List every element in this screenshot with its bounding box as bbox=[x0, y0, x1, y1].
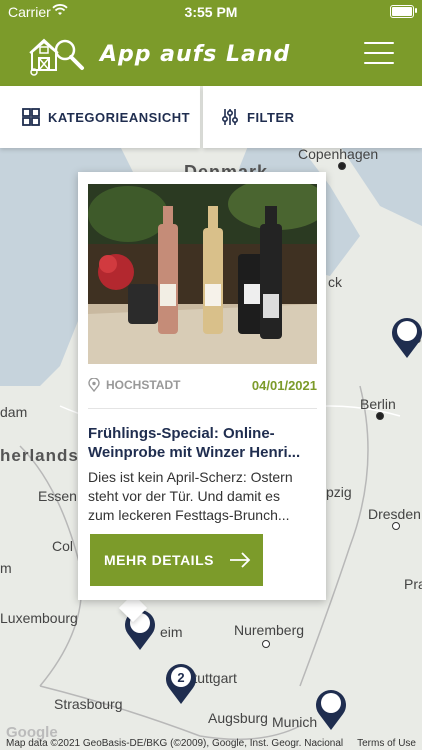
map-attribution: Map data ©2021 GeoBasis-DE/BKG (©2009), … bbox=[6, 738, 344, 749]
map-label-dresden: Dresden bbox=[368, 506, 421, 522]
category-view-button[interactable]: KATEGORIEANSICHT bbox=[0, 86, 200, 148]
map-label-copenhagen: Copenhagen bbox=[298, 146, 379, 162]
filter-sliders-icon bbox=[221, 109, 239, 125]
map-label-amsterdam: dam bbox=[0, 404, 28, 420]
app-header: App aufs Land bbox=[0, 24, 422, 86]
terms-of-use-link[interactable]: Terms of Use bbox=[357, 738, 416, 749]
event-meta: HOCHSTADT 04/01/2021 bbox=[88, 378, 317, 400]
map-city-dot bbox=[392, 522, 400, 530]
category-view-label: KATEGORIEANSICHT bbox=[48, 109, 191, 125]
map-label-nuremberg: Nuremberg bbox=[234, 622, 305, 638]
map-label-m: m bbox=[0, 560, 12, 576]
map-label-luxembourg: Luxembourg bbox=[0, 610, 78, 626]
arrow-right-icon bbox=[230, 552, 251, 568]
map-label-strasbourg: Strasbourg bbox=[54, 696, 123, 712]
map-label-netherlands: herlands bbox=[0, 446, 79, 465]
grid-icon bbox=[22, 108, 40, 126]
map-pin-icon[interactable] bbox=[390, 314, 422, 360]
map-city-dot bbox=[262, 640, 270, 648]
map-label-prague: Pra bbox=[404, 576, 422, 592]
map-cluster-pin[interactable]: 2 bbox=[164, 660, 198, 706]
map-city-dot bbox=[376, 412, 384, 420]
event-location-label: HOCHSTADT bbox=[106, 378, 181, 392]
map-label-berlin: Berlin bbox=[360, 396, 396, 412]
map-label-leipzig: pzig bbox=[326, 484, 352, 500]
battery-icon bbox=[390, 5, 414, 18]
event-title[interactable]: Frühlings-Special: Online- Weinprobe mit… bbox=[88, 424, 317, 462]
farm-logo-icon bbox=[29, 38, 84, 76]
battery-tip bbox=[415, 8, 417, 13]
event-description: Dies ist kein April-Scherz: Ostern steht… bbox=[88, 469, 293, 523]
map-label-munich: Munich bbox=[272, 714, 318, 730]
clock: 3:55 PM bbox=[184, 4, 238, 20]
filter-button[interactable]: FILTER bbox=[203, 86, 422, 148]
event-card[interactable]: HOCHSTADT 04/01/2021 Frühlings-Special: … bbox=[78, 172, 326, 600]
more-details-button[interactable]: MEHR DETAILS bbox=[90, 534, 263, 586]
map-label-heim: eim bbox=[160, 624, 183, 640]
map-label-ck: ck bbox=[328, 274, 342, 290]
map-city-dot bbox=[338, 162, 346, 170]
map-label-essen: Essen bbox=[38, 488, 77, 504]
event-photo bbox=[88, 184, 317, 364]
map-pin-icon[interactable] bbox=[314, 686, 348, 732]
event-date: 04/01/2021 bbox=[251, 378, 317, 393]
map-label-cologne: Col bbox=[52, 538, 74, 554]
cluster-count: 2 bbox=[177, 670, 185, 685]
location-pin-icon bbox=[88, 378, 100, 392]
hamburger-menu-icon[interactable] bbox=[364, 42, 394, 66]
map-label-augsburg: Augsburg bbox=[208, 710, 268, 726]
map-toolbar: KATEGORIEANSICHT FILTER bbox=[0, 86, 422, 148]
divider bbox=[88, 408, 317, 409]
event-location: HOCHSTADT bbox=[88, 378, 180, 392]
more-details-label: MEHR DETAILS bbox=[104, 552, 214, 568]
status-bar: Carrier 3:55 PM bbox=[0, 0, 422, 24]
app-title: App aufs Land bbox=[100, 42, 291, 67]
filter-label: FILTER bbox=[247, 109, 295, 125]
